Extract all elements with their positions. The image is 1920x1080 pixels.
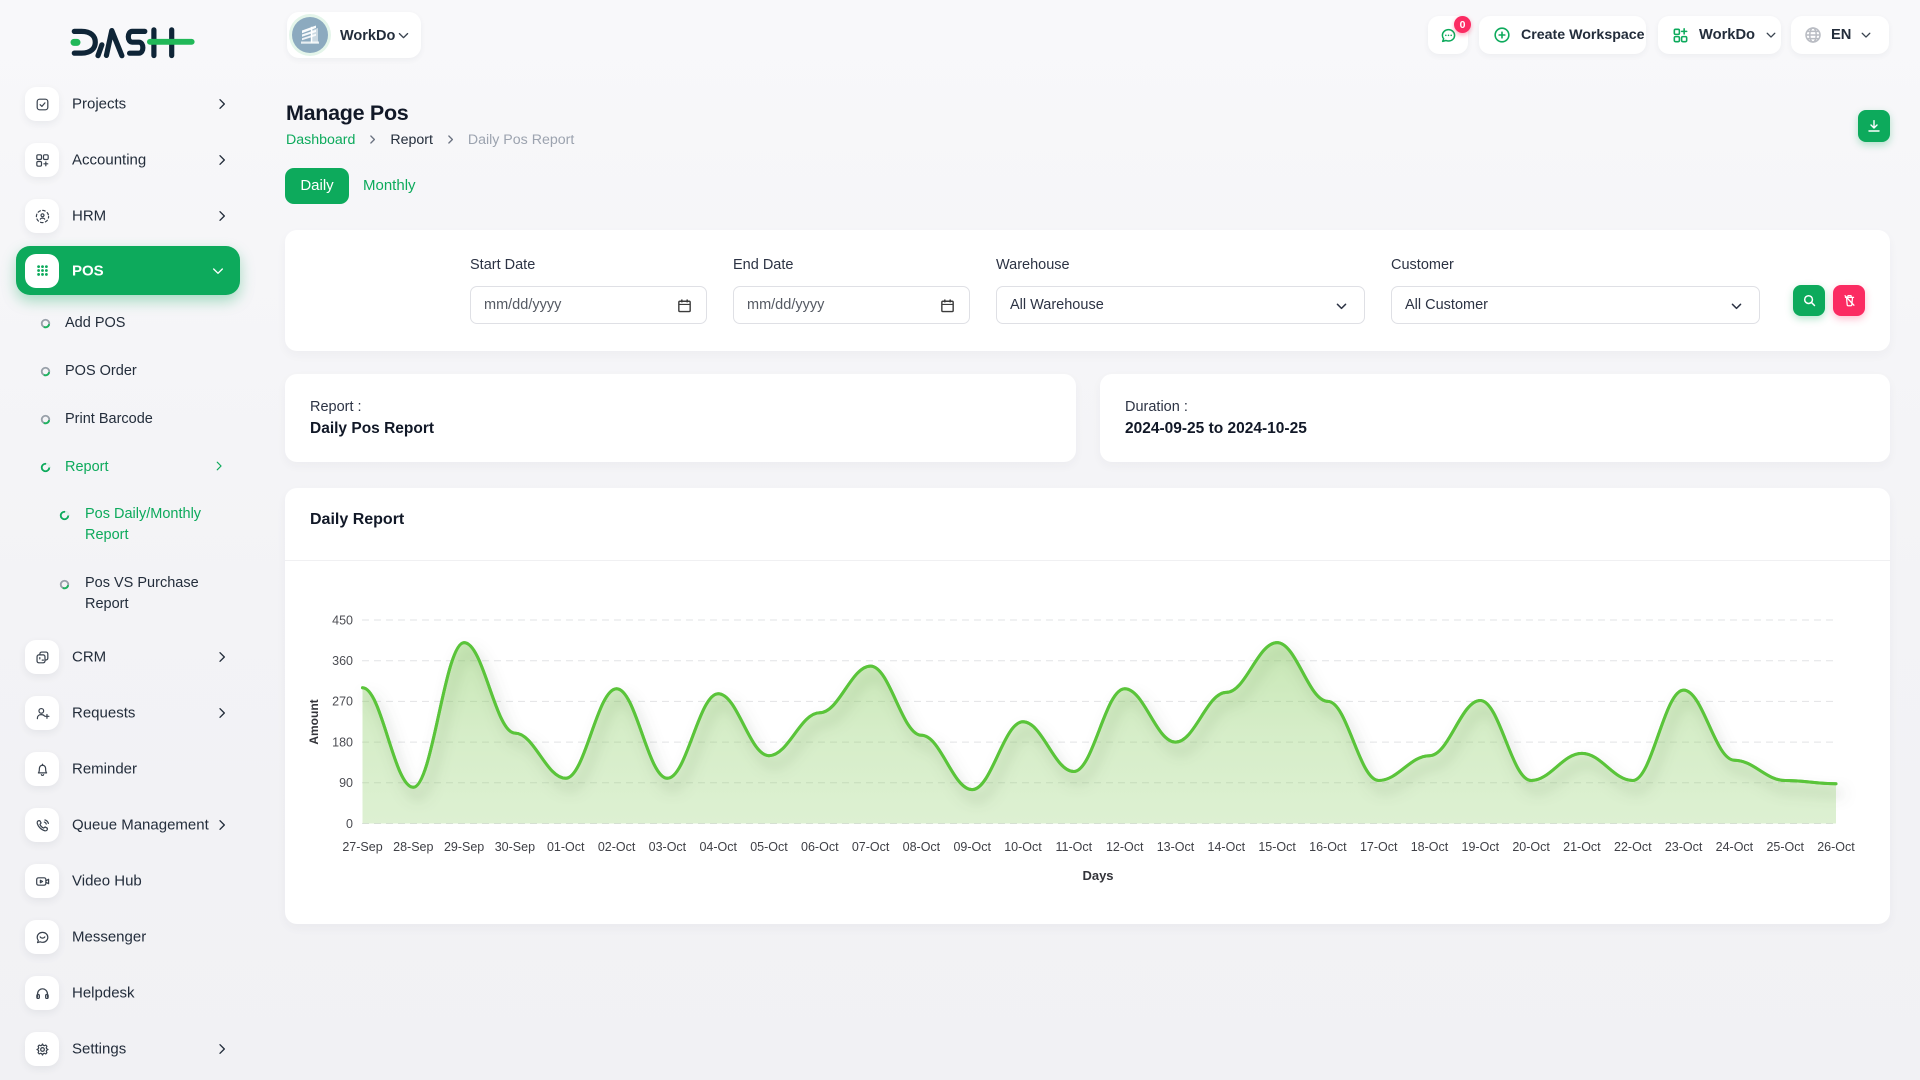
svg-text:90: 90 bbox=[339, 776, 353, 790]
svg-text:08-Oct: 08-Oct bbox=[903, 840, 941, 854]
svg-text:06-Oct: 06-Oct bbox=[801, 840, 839, 854]
svg-text:270: 270 bbox=[332, 695, 353, 709]
svg-text:23-Oct: 23-Oct bbox=[1665, 840, 1703, 854]
svg-text:25-Oct: 25-Oct bbox=[1766, 840, 1804, 854]
svg-text:01-Oct: 01-Oct bbox=[547, 840, 585, 854]
svg-text:12-Oct: 12-Oct bbox=[1106, 840, 1144, 854]
svg-text:26-Oct: 26-Oct bbox=[1817, 840, 1855, 854]
svg-text:0: 0 bbox=[346, 817, 353, 831]
svg-text:02-Oct: 02-Oct bbox=[598, 840, 636, 854]
svg-text:450: 450 bbox=[332, 613, 353, 627]
svg-text:360: 360 bbox=[332, 654, 353, 668]
svg-text:15-Oct: 15-Oct bbox=[1258, 840, 1296, 854]
svg-text:20-Oct: 20-Oct bbox=[1512, 840, 1550, 854]
svg-text:09-Oct: 09-Oct bbox=[953, 840, 991, 854]
svg-text:21-Oct: 21-Oct bbox=[1563, 840, 1601, 854]
svg-text:10-Oct: 10-Oct bbox=[1004, 840, 1042, 854]
svg-text:19-Oct: 19-Oct bbox=[1462, 840, 1500, 854]
svg-text:07-Oct: 07-Oct bbox=[852, 840, 890, 854]
svg-text:16-Oct: 16-Oct bbox=[1309, 840, 1347, 854]
svg-text:22-Oct: 22-Oct bbox=[1614, 840, 1652, 854]
svg-text:Amount: Amount bbox=[307, 699, 321, 744]
svg-text:04-Oct: 04-Oct bbox=[699, 840, 737, 854]
svg-text:27-Sep: 27-Sep bbox=[342, 840, 382, 854]
svg-text:24-Oct: 24-Oct bbox=[1716, 840, 1754, 854]
svg-text:29-Sep: 29-Sep bbox=[444, 840, 484, 854]
svg-text:05-Oct: 05-Oct bbox=[750, 840, 788, 854]
svg-text:03-Oct: 03-Oct bbox=[649, 840, 687, 854]
svg-text:11-Oct: 11-Oct bbox=[1056, 840, 1093, 854]
svg-text:13-Oct: 13-Oct bbox=[1157, 840, 1195, 854]
svg-text:30-Sep: 30-Sep bbox=[495, 840, 535, 854]
svg-text:18-Oct: 18-Oct bbox=[1411, 840, 1449, 854]
svg-text:28-Sep: 28-Sep bbox=[393, 840, 433, 854]
svg-text:180: 180 bbox=[332, 735, 353, 749]
svg-text:14-Oct: 14-Oct bbox=[1208, 840, 1246, 854]
svg-text:17-Oct: 17-Oct bbox=[1360, 840, 1398, 854]
